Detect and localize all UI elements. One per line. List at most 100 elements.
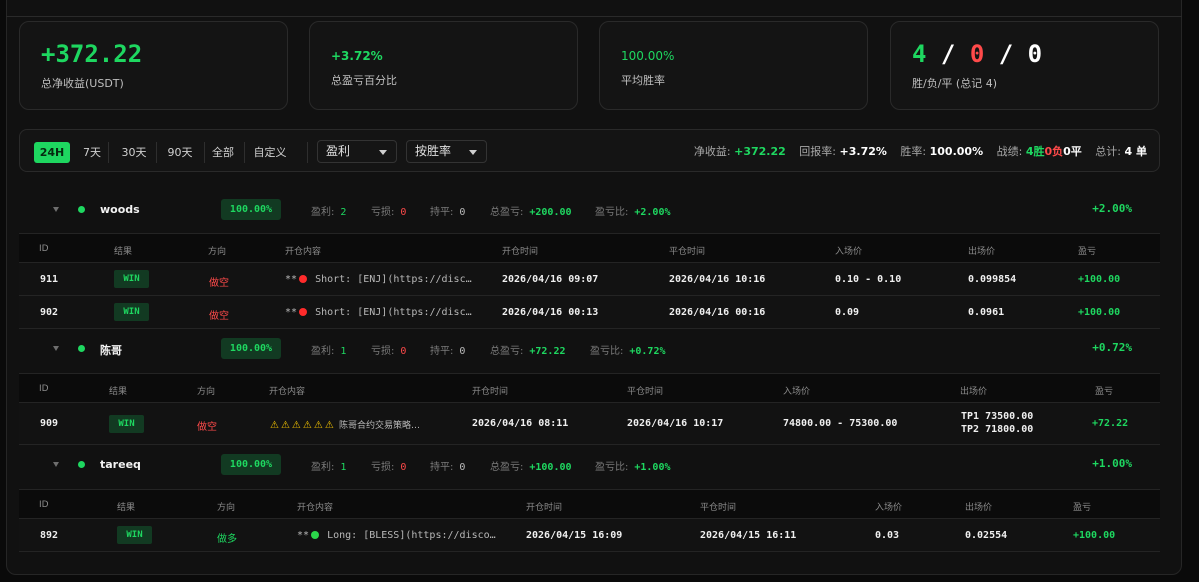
- col-exit: 出场价: [968, 247, 996, 257]
- result-badge: WIN: [114, 270, 149, 288]
- avg-winrate-label: 平均胜率: [621, 74, 665, 87]
- table-row[interactable]: 892 WIN 做多 ** Long: [BLESS](https://disc…: [19, 519, 1160, 552]
- result-badge: WIN: [109, 415, 144, 433]
- order-select-value: 按胜率: [415, 144, 452, 158]
- sort-select[interactable]: 盈利: [317, 140, 397, 163]
- collapse-triangle-icon[interactable]: [53, 207, 59, 212]
- winrate-value: 100.00%: [929, 145, 984, 158]
- entry-price: 0.10 - 0.10: [835, 274, 902, 285]
- content[interactable]: ** Short: [ENJ](https://disc…: [285, 274, 472, 285]
- range-30d-button[interactable]: 30天: [116, 142, 152, 163]
- col-close-time: 平仓时间: [627, 387, 664, 397]
- content[interactable]: ⚠⚠⚠⚠⚠⚠ 陈哥合约交易策略…: [270, 418, 420, 431]
- row-id: 911: [40, 274, 59, 285]
- record-win: 4胜: [1025, 145, 1045, 158]
- ratio-stat: 盈亏比: +2.00%: [595, 207, 671, 218]
- warning-icon: ⚠⚠⚠⚠⚠⚠: [270, 420, 336, 431]
- win-loss-label: 胜/负/平 (总记 4): [912, 77, 997, 90]
- col-open-time: 开仓时间: [502, 247, 539, 257]
- range-7d-button[interactable]: 7天: [76, 142, 108, 163]
- pnl-percent-value: +3.72%: [331, 49, 383, 63]
- range-24h-button[interactable]: 24H: [34, 142, 70, 163]
- net-profit-value: +372.22: [41, 40, 143, 68]
- table-row[interactable]: 911 WIN 做空 ** Short: [ENJ](https://disc……: [19, 263, 1160, 296]
- group-name: woods: [100, 203, 140, 216]
- col-result: 结果: [114, 247, 133, 257]
- col-close-time: 平仓时间: [700, 503, 737, 513]
- ratio-stat: 盈亏比: +1.00%: [595, 462, 671, 473]
- content[interactable]: ** Long: [BLESS](https://disco…: [297, 530, 496, 541]
- exit-price: 0.099854: [968, 274, 1017, 285]
- col-id: ID: [39, 244, 49, 254]
- draw-stat: 持平: 0: [430, 346, 466, 357]
- ratio-stat: 盈亏比: +0.72%: [590, 346, 666, 357]
- profit-stat: 盈利: 2: [311, 207, 347, 218]
- group-pnl-percent: +1.00%: [1092, 457, 1132, 470]
- group-header-chen[interactable]: 陈哥 100.00% 盈利: 1 亏损: 0 持平: 0 总盈亏: +72.22 盈亏比…: [19, 331, 1160, 371]
- group-header-tareeq[interactable]: tareeq 100.00% 盈利: 1 亏损: 0 持平: 0 总盈亏: +100.0…: [19, 447, 1160, 487]
- divider: [307, 142, 308, 163]
- divider: [204, 142, 205, 163]
- collapse-triangle-icon[interactable]: [53, 346, 59, 351]
- winrate-label: 胜率:: [900, 145, 927, 158]
- loss-count: 0: [969, 40, 985, 68]
- winrate-badge: 100.00%: [221, 199, 281, 220]
- separator: /: [940, 40, 956, 68]
- col-result: 结果: [117, 503, 136, 513]
- table-header: ID 结果 方向 开仓内容 开仓时间 平仓时间 入场价 出场价 盈亏: [19, 373, 1160, 403]
- net-value: +372.22: [734, 145, 786, 158]
- win-loss-value: 4 / 0 / 0: [912, 40, 1042, 68]
- net-profit-card: +372.22 总净收益(USDT): [19, 21, 288, 110]
- result-badge: WIN: [114, 303, 149, 321]
- avg-winrate-value: 100.00%: [621, 49, 675, 63]
- group-pnl-percent: +2.00%: [1092, 202, 1132, 215]
- range-90d-button[interactable]: 90天: [162, 142, 198, 163]
- open-time: 2026/04/16 09:07: [502, 274, 599, 285]
- content[interactable]: ** Short: [ENJ](https://disc…: [285, 307, 472, 318]
- open-time: 2026/04/16 08:11: [472, 418, 569, 429]
- status-dot-icon: [78, 206, 85, 213]
- col-content: 开仓内容: [297, 503, 334, 513]
- pnl-value: +100.00: [1073, 530, 1116, 541]
- col-result: 结果: [109, 387, 128, 397]
- table-header: ID 结果 方向 开仓内容 开仓时间 平仓时间 入场价 出场价 盈亏: [19, 489, 1160, 519]
- group-name: tareeq: [100, 458, 141, 471]
- close-time: 2026/04/16 10:17: [627, 418, 724, 429]
- order-select[interactable]: 按胜率: [406, 140, 487, 163]
- col-content: 开仓内容: [285, 247, 322, 257]
- col-exit: 出场价: [960, 387, 988, 397]
- open-time: 2026/04/15 16:09: [526, 530, 623, 541]
- total-pnl-stat: 总盈亏: +100.00: [490, 462, 572, 473]
- row-id: 902: [40, 307, 59, 318]
- total-pnl-stat: 总盈亏: +200.00: [490, 207, 572, 218]
- col-direction: 方向: [197, 387, 216, 397]
- col-pnl: 盈亏: [1078, 247, 1097, 257]
- open-time: 2026/04/16 00:13: [502, 307, 599, 318]
- row-id: 892: [40, 530, 59, 541]
- table-row[interactable]: 909 WIN 做空 ⚠⚠⚠⚠⚠⚠ 陈哥合约交易策略… 2026/04/16 0…: [19, 403, 1160, 445]
- col-open-time: 开仓时间: [526, 503, 563, 513]
- range-all-button[interactable]: 全部: [208, 142, 238, 163]
- profit-stat: 盈利: 1: [311, 462, 347, 473]
- sort-select-value: 盈利: [326, 144, 351, 158]
- table-header: ID 结果 方向 开仓内容 开仓时间 平仓时间 入场价 出场价 盈亏: [19, 233, 1160, 263]
- record-label: 战绩:: [996, 145, 1023, 158]
- exit-price: 0.0961: [968, 307, 1005, 318]
- exit-price: 0.02554: [965, 530, 1008, 541]
- red-circle-icon: [299, 308, 308, 316]
- range-custom-button[interactable]: 自定义: [250, 142, 290, 163]
- exit-price-tp2: TP2 71800.00: [961, 424, 1034, 435]
- pnl-percent-label: 总盈亏百分比: [331, 74, 397, 87]
- collapse-triangle-icon[interactable]: [53, 462, 59, 467]
- group-header-woods[interactable]: woods 100.00% 盈利: 2 亏损: 0 持平: 0 总盈亏: +200.00…: [19, 192, 1160, 232]
- col-open-time: 开仓时间: [472, 387, 509, 397]
- total-value: 4 单: [1124, 145, 1147, 158]
- row-id: 909: [40, 418, 59, 429]
- green-circle-icon: [311, 531, 320, 539]
- entry-price: 0.09: [835, 307, 860, 318]
- status-dot-icon: [78, 461, 85, 468]
- direction: 做空: [197, 422, 217, 433]
- exit-price-tp1: TP1 73500.00: [961, 411, 1034, 422]
- net-label: 净收益:: [693, 145, 731, 158]
- table-row[interactable]: 902 WIN 做空 ** Short: [ENJ](https://disc……: [19, 296, 1160, 329]
